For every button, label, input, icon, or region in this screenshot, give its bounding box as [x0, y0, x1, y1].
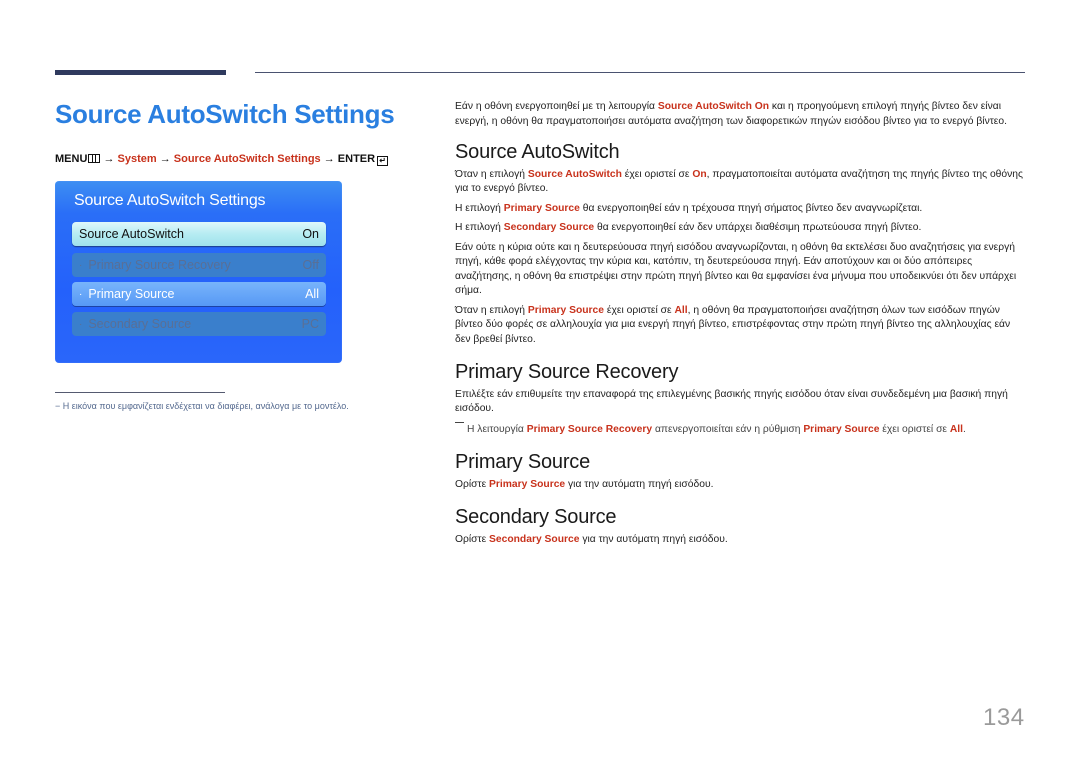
text: για την αυτόματη πηγή εισόδου.	[579, 533, 728, 545]
page-number: 134	[983, 704, 1025, 731]
menu-path: MENU → System → Source AutoSwitch Settin…	[55, 153, 389, 166]
footnote: − Η εικόνα που εμφανίζεται ενδέχεται να …	[55, 401, 349, 411]
osd-item-value: On	[302, 227, 319, 241]
text: Όταν η επιλογή	[455, 304, 528, 316]
text: για την αυτόματη πηγή εισόδου.	[565, 478, 714, 490]
text: Όταν η επιλογή	[455, 168, 528, 180]
section-heading-primary-source: Primary Source	[455, 451, 591, 473]
menu-label: MENU	[55, 153, 88, 165]
paragraph: Όταν η επιλογή Source AutoSwitch έχει ορ…	[455, 168, 1025, 197]
osd-item-label: Primary Source Recovery	[88, 258, 231, 272]
text: απενεργοποιείται εάν η ρύθμιση	[652, 423, 804, 435]
paragraph: Εάν ούτε η κύρια ούτε και η δευτερεύουσα…	[455, 241, 1017, 297]
text: Ορίστε	[455, 478, 490, 490]
text: Ορίστε	[455, 533, 490, 545]
paragraph: Η επιλογή Primary Source θα ενεργοποιηθε…	[455, 202, 1025, 217]
text: θα ενεργοποιηθεί εάν δεν υπάρχει διαθέσι…	[594, 222, 922, 233]
text: Η επιλογή	[455, 222, 504, 233]
osd-menu-panel: Source AutoSwitch Settings Source AutoSw…	[55, 181, 342, 363]
osd-item-value: PC	[301, 317, 319, 331]
enter-label: ENTER	[337, 153, 376, 165]
paragraph: Ορίστε Secondary Source για την αυτόματη…	[455, 533, 1025, 548]
header-rule	[255, 72, 1025, 73]
text: Η επιλογή	[455, 202, 504, 214]
highlight: Secondary Source	[503, 222, 595, 233]
header-accent-bar	[55, 70, 226, 75]
osd-item-value: Off	[302, 258, 319, 272]
highlight: Primary Source	[503, 202, 580, 214]
page-title: Source AutoSwitch Settings	[55, 99, 395, 129]
osd-item-primary-source[interactable]: · Primary Source All	[72, 282, 326, 306]
text: Η λειτουργία	[467, 423, 527, 435]
note-icon	[455, 421, 464, 423]
paragraph: Η επιλογή Secondary Source θα ενεργοποιη…	[455, 221, 1025, 236]
text: .	[963, 423, 966, 435]
text: θα ενεργοποιηθεί εάν η τρέχουσα πηγή σήμ…	[579, 202, 923, 214]
menu-system: System	[117, 153, 157, 165]
highlight: Source AutoSwitch	[527, 168, 622, 180]
paragraph: Όταν η επιλογή Primary Source έχει οριστ…	[455, 304, 1025, 348]
osd-item-primary-source-recovery[interactable]: · Primary Source Recovery Off	[72, 253, 326, 277]
section-heading-primary-source-recovery: Primary Source Recovery	[455, 361, 679, 383]
enter-icon: ↵	[377, 156, 389, 166]
text: έχει οριστεί σε	[621, 168, 693, 180]
footnote-divider	[55, 392, 225, 393]
text: Εάν η οθόνη ενεργοποιηθεί με τη λειτουργ…	[455, 101, 658, 112]
intro-paragraph: Εάν η οθόνη ενεργοποιηθεί με τη λειτουργ…	[455, 100, 1025, 129]
text: έχει οριστεί σε	[604, 304, 675, 316]
paragraph: Επιλέξτε εάν επιθυμείτε την επαναφορά τη…	[455, 388, 1008, 415]
highlight: Primary Source	[527, 304, 605, 316]
osd-item-label: Source AutoSwitch	[79, 227, 184, 241]
arrow: →	[103, 153, 115, 165]
arrow: →	[323, 153, 335, 165]
highlight: All	[674, 304, 688, 316]
osd-title: Source AutoSwitch Settings	[74, 192, 266, 209]
arrow: →	[159, 153, 171, 165]
highlight: Secondary Source	[489, 533, 580, 545]
osd-item-source-autoswitch[interactable]: Source AutoSwitch On	[72, 222, 326, 246]
note: Η λειτουργία Primary Source Recovery απε…	[455, 421, 1025, 438]
osd-item-secondary-source[interactable]: · Secondary Source PC	[72, 312, 326, 336]
menu-source-autoswitch-settings: Source AutoSwitch Settings	[173, 153, 321, 165]
text: έχει οριστεί σε	[879, 423, 950, 435]
highlight: All	[949, 423, 964, 435]
bullet-icon: ·	[79, 318, 83, 330]
bullet-icon: ·	[79, 288, 83, 300]
osd-item-label: Secondary Source	[88, 317, 192, 331]
content-column: Εάν η οθόνη ενεργοποιηθεί με τη λειτουργ…	[455, 100, 1025, 552]
section-heading-source-autoswitch: Source AutoSwitch	[455, 141, 620, 163]
bullet-icon: ·	[79, 259, 83, 271]
highlight: Source AutoSwitch On	[657, 101, 770, 112]
highlight: Primary Source Recovery	[526, 423, 653, 435]
section-heading-secondary-source: Secondary Source	[455, 506, 617, 528]
paragraph: Ορίστε Primary Source για την αυτόματη π…	[455, 478, 1025, 493]
highlight: Primary Source	[489, 478, 566, 490]
highlight: Primary Source	[803, 423, 880, 435]
highlight: On	[692, 168, 707, 180]
menu-icon	[88, 154, 101, 163]
osd-item-value: All	[305, 287, 319, 301]
osd-item-label: Primary Source	[88, 287, 175, 301]
